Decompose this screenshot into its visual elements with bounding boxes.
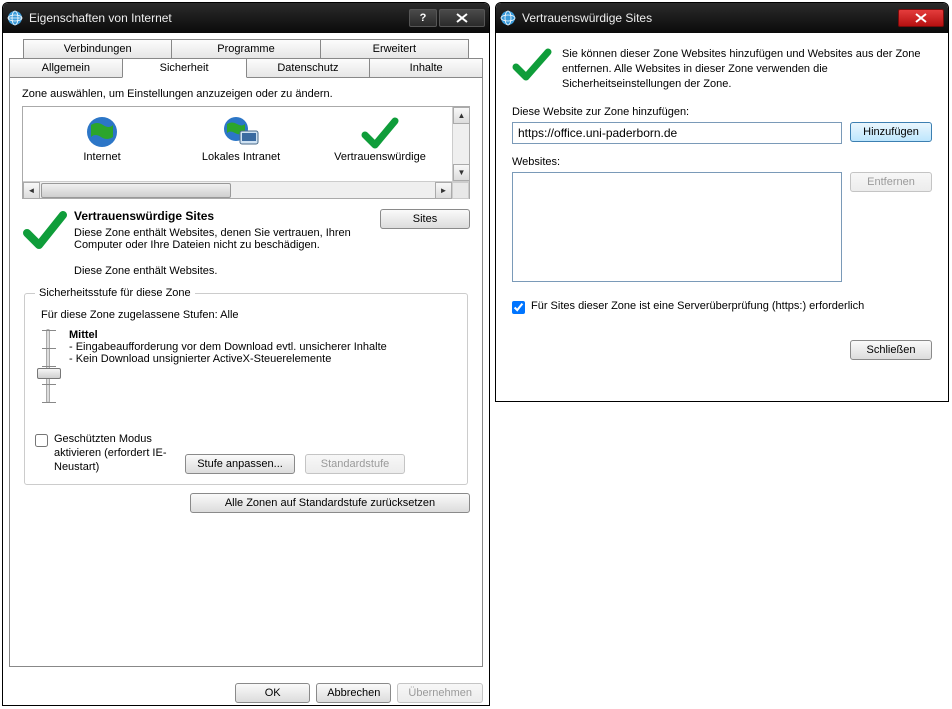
selected-zone-desc: Diese Zone enthält Websites, denen Sie v… — [74, 227, 372, 251]
intranet-zone-icon — [176, 113, 306, 151]
level-line-2: - Kein Download unsignierter ActiveX-Ste… — [69, 353, 457, 365]
checkmark-icon — [512, 47, 552, 92]
level-line-1: - Eingabeaufforderung vor dem Download e… — [69, 341, 457, 353]
level-description: Mittel - Eingabeaufforderung vor dem Dow… — [69, 329, 457, 403]
add-site-input[interactable] — [512, 122, 842, 144]
close-dialog-button[interactable]: Schließen — [850, 340, 932, 360]
tab-programme[interactable]: Programme — [171, 39, 320, 58]
zone-label-text: Internet — [37, 151, 167, 163]
zone-item-trusted[interactable]: Vertrauenswürdige — [315, 113, 445, 181]
protected-mode-checkbox[interactable] — [35, 434, 48, 447]
apply-button[interactable]: Übernehmen — [397, 683, 483, 703]
zone-item-intranet[interactable]: Lokales Intranet — [176, 113, 306, 181]
zone-list: Internet Lokales Intranet — [22, 106, 470, 199]
scroll-up-button[interactable]: ▲ — [453, 107, 470, 124]
tab-inhalte[interactable]: Inhalte — [369, 58, 483, 78]
security-level-group: Sicherheitsstufe für diese Zone Für dies… — [24, 287, 468, 485]
tab-row-bottom: Allgemein Sicherheit Datenschutz Inhalte — [9, 58, 483, 78]
window-title: Eigenschaften von Internet — [29, 11, 407, 25]
remove-button[interactable]: Entfernen — [850, 172, 932, 192]
titlebar: Eigenschaften von Internet ? — [3, 3, 489, 33]
window-title: Vertrauenswürdige Sites — [522, 11, 896, 25]
trusted-zone-icon — [315, 113, 445, 151]
window-body: Verbindungen Programme Erweitert Allgeme… — [3, 33, 489, 706]
zone-description-row: Vertrauenswürdige Sites Diese Zone enthä… — [22, 209, 470, 277]
require-https-checkbox[interactable] — [512, 301, 525, 314]
help-button[interactable]: ? — [409, 9, 437, 27]
selected-zone-contains: Diese Zone enthält Websites. — [74, 265, 470, 277]
tab-datenschutz[interactable]: Datenschutz — [246, 58, 371, 78]
reset-all-zones-button[interactable]: Alle Zonen auf Standardstufe zurücksetze… — [190, 493, 470, 513]
protected-mode-label: Geschützten Modus aktivieren (erfordert … — [54, 433, 175, 474]
intro-row: Sie können dieser Zone Websites hinzufüg… — [512, 47, 932, 92]
tab-erweitert[interactable]: Erweitert — [320, 39, 469, 58]
intro-text: Sie können dieser Zone Websites hinzufüg… — [562, 47, 932, 92]
add-site-row: Hinzufügen — [512, 122, 932, 144]
websites-row: Entfernen — [512, 172, 932, 282]
websites-label: Websites: — [512, 156, 932, 168]
default-level-button[interactable]: Standardstufe — [305, 454, 405, 474]
security-level-legend: Sicherheitsstufe für diese Zone — [35, 287, 195, 299]
horizontal-scrollbar[interactable]: ◄ ► — [23, 181, 469, 198]
scroll-left-button[interactable]: ◄ — [23, 182, 40, 199]
tab-container: Verbindungen Programme Erweitert Allgeme… — [9, 39, 483, 667]
zone-select-label: Zone auswählen, um Einstellungen anzuzei… — [22, 88, 470, 100]
checkmark-icon — [22, 209, 68, 254]
zone-items: Internet Lokales Intranet — [27, 113, 465, 181]
close-button[interactable] — [439, 9, 485, 27]
globe-icon — [7, 10, 23, 26]
selected-zone-title: Vertrauenswürdige Sites — [74, 209, 372, 223]
internet-zone-icon — [37, 113, 167, 151]
dialog-button-row: OK Abbrechen Übernehmen — [9, 683, 483, 703]
window-body: Sie können dieser Zone Websites hinzufüg… — [496, 33, 948, 374]
scroll-corner — [452, 182, 469, 199]
tab-allgemein[interactable]: Allgemein — [9, 58, 123, 78]
zone-item-internet[interactable]: Internet — [37, 113, 167, 181]
cancel-button[interactable]: Abbrechen — [316, 683, 391, 703]
websites-listbox[interactable] — [512, 172, 842, 282]
zone-label-text: Lokales Intranet — [176, 151, 306, 163]
slider-thumb[interactable] — [37, 368, 61, 379]
internet-properties-window: Eigenschaften von Internet ? Verbindunge… — [2, 2, 490, 706]
require-https-label: Für Sites dieser Zone ist eine Serverübe… — [531, 300, 864, 312]
security-level-slider[interactable] — [35, 329, 61, 403]
protected-mode-row: Geschützten Modus aktivieren (erfordert … — [35, 433, 175, 474]
custom-level-button[interactable]: Stufe anpassen... — [185, 454, 295, 474]
zone-label-text: Vertrauenswürdige — [315, 151, 445, 163]
tab-row-top: Verbindungen Programme Erweitert — [9, 39, 483, 58]
ok-button[interactable]: OK — [235, 683, 310, 703]
tab-sicherheit[interactable]: Sicherheit — [122, 58, 247, 78]
zone-description-body: Vertrauenswürdige Sites Diese Zone enthä… — [74, 209, 470, 277]
scroll-down-button[interactable]: ▼ — [453, 164, 470, 181]
level-title: Mittel — [69, 329, 457, 341]
trusted-sites-window: Vertrauenswürdige Sites Sie können diese… — [495, 2, 949, 402]
close-button[interactable] — [898, 9, 944, 27]
titlebar: Vertrauenswürdige Sites — [496, 3, 948, 33]
scroll-thumb[interactable] — [41, 183, 231, 198]
vertical-scrollbar[interactable]: ▲ ▼ — [452, 107, 469, 181]
add-site-label: Diese Website zur Zone hinzufügen: — [512, 106, 932, 118]
add-button[interactable]: Hinzufügen — [850, 122, 932, 142]
globe-icon — [500, 10, 516, 26]
allowed-levels-label: Für diese Zone zugelassene Stufen: Alle — [41, 309, 457, 321]
tab-panel-sicherheit: Zone auswählen, um Einstellungen anzuzei… — [9, 77, 483, 667]
sites-button[interactable]: Sites — [380, 209, 470, 229]
require-https-row: Für Sites dieser Zone ist eine Serverübe… — [512, 300, 932, 314]
tab-verbindungen[interactable]: Verbindungen — [23, 39, 172, 58]
scroll-right-button[interactable]: ► — [435, 182, 452, 199]
